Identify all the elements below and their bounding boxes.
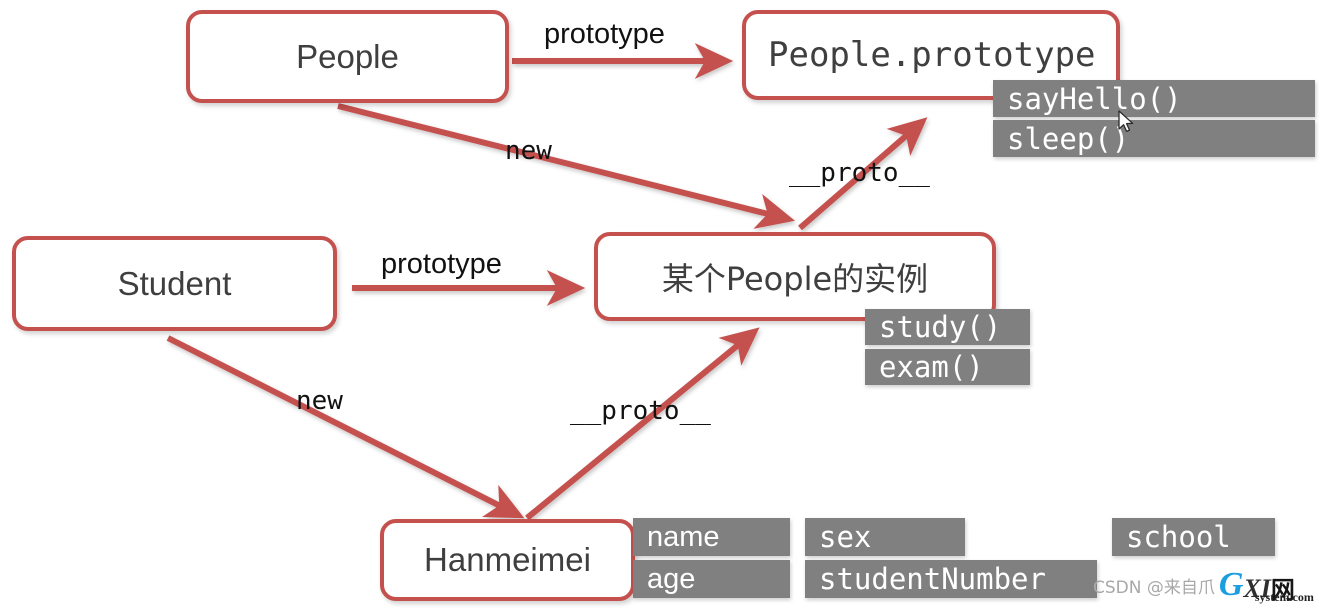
watermark-logo-sub: system.com: [1254, 590, 1314, 604]
bar-school-label: school: [1126, 520, 1231, 554]
node-people-prototype-label: People.prototype: [768, 35, 1096, 75]
bar-sayhello[interactable]: sayHello(): [993, 80, 1315, 117]
edge-label-proto-instance: __proto__: [789, 158, 930, 188]
node-people[interactable]: People: [186, 10, 509, 103]
bar-school[interactable]: school: [1112, 518, 1275, 556]
diagram-canvas: prototype new __proto__ prototype new __…: [0, 0, 1320, 609]
edge-student-to-hanmeimei: [166, 335, 525, 519]
edge-people-to-instance: [337, 103, 795, 229]
edge-label-new-student: new: [296, 386, 343, 416]
bar-study-label: study(): [879, 310, 1002, 344]
bar-exam[interactable]: exam(): [865, 349, 1030, 385]
bar-exam-label: exam(): [879, 350, 984, 384]
node-hanmeimei[interactable]: Hanmeimei: [380, 519, 635, 601]
bar-age-label: age: [647, 562, 696, 595]
bar-age[interactable]: age: [633, 560, 790, 598]
edge-label-proto-hanmeimei: __proto__: [570, 396, 711, 426]
bar-sex-label: sex: [819, 520, 872, 554]
bar-studentnumber[interactable]: studentNumber: [805, 560, 1097, 598]
bar-sayhello-label: sayHello(): [1007, 81, 1182, 116]
node-people-instance-label: 某个People的实例: [661, 259, 929, 298]
bar-study[interactable]: study(): [865, 309, 1030, 345]
edge-label-prototype-people: prototype: [544, 18, 665, 50]
watermark-logo-g: G: [1218, 566, 1244, 603]
bar-sleep-label: sleep(): [1007, 121, 1130, 156]
watermark-logo: G XI 网 system.com: [1218, 566, 1314, 605]
bar-name-label: name: [647, 520, 720, 553]
node-hanmeimei-label: Hanmeimei: [424, 541, 591, 578]
node-people-label: People: [296, 37, 399, 75]
node-student-label: Student: [117, 264, 232, 302]
bar-sleep[interactable]: sleep(): [993, 120, 1315, 157]
bar-studentnumber-label: studentNumber: [819, 562, 1046, 596]
bar-name[interactable]: name: [633, 518, 790, 556]
watermark: CSDN @来自爪 G XI 网 system.com: [1093, 566, 1314, 605]
edge-label-new-people: new: [505, 136, 552, 166]
bar-sex[interactable]: sex: [805, 518, 965, 556]
edge-label-prototype-student: prototype: [381, 248, 502, 280]
node-people-instance[interactable]: 某个People的实例: [594, 232, 996, 321]
watermark-credit: CSDN @来自爪: [1093, 577, 1215, 598]
node-student[interactable]: Student: [12, 236, 337, 331]
